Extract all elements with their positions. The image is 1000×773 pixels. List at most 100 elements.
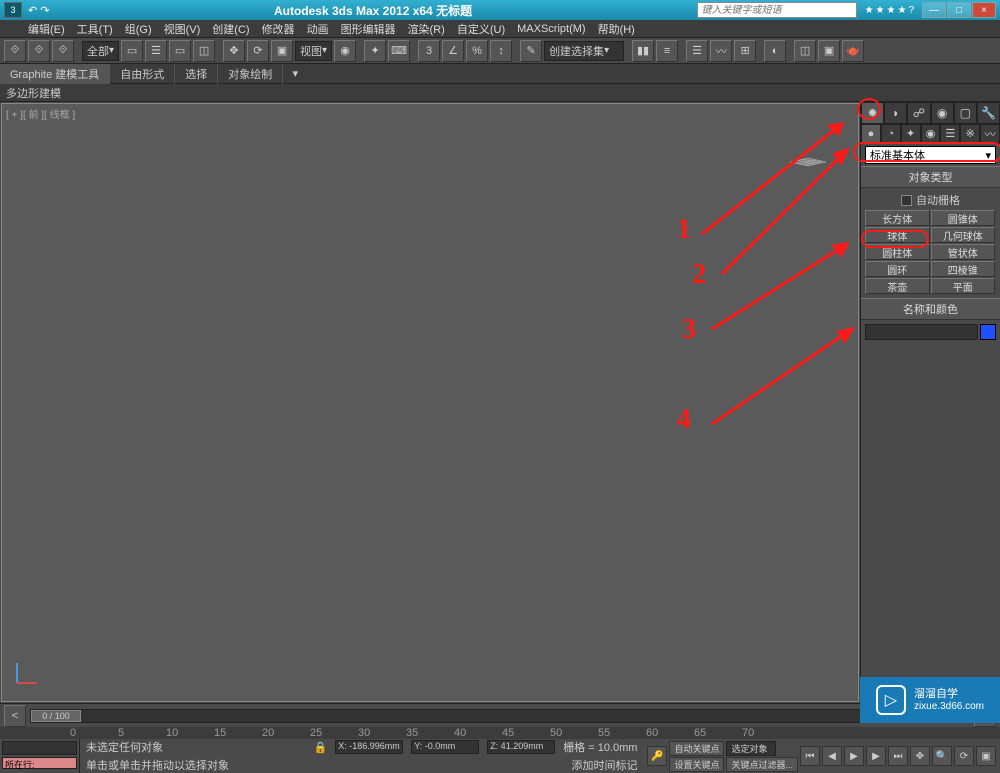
play-prev-icon[interactable]: ◀	[822, 746, 842, 766]
coord-x[interactable]: X: -186.996mm	[335, 740, 403, 754]
bind-icon[interactable]: ⟐	[52, 40, 74, 62]
window-crossing-icon[interactable]: ◫	[193, 40, 215, 62]
menu-views[interactable]: 视图(V)	[164, 21, 201, 37]
manip-icon[interactable]: ✦	[364, 40, 386, 62]
mirror-icon[interactable]: ▮▮	[632, 40, 654, 62]
play-next-icon[interactable]: ▶	[866, 746, 886, 766]
pivot-icon[interactable]: ◉	[334, 40, 356, 62]
motion-tab-icon[interactable]: ◉	[931, 102, 954, 124]
setkey-button[interactable]: 设置关键点	[669, 757, 724, 772]
nav-zoom-icon[interactable]: 🔍	[932, 746, 952, 766]
time-thumb[interactable]: 0 / 100	[31, 710, 81, 722]
cameras-icon[interactable]: ◉	[921, 124, 941, 143]
viewport-label[interactable]: [ + ][ 前 ][ 线框 ]	[6, 106, 75, 121]
object-color-swatch[interactable]	[980, 324, 996, 340]
rollout-head-objtype[interactable]: 对象类型	[861, 166, 1000, 188]
link-icon[interactable]: ⟐	[4, 40, 26, 62]
qat-undo-icon[interactable]: ↶	[28, 4, 37, 17]
menu-help[interactable]: 帮助(H)	[598, 21, 635, 37]
timetag-label[interactable]: 添加时间标记	[571, 757, 637, 773]
keytarget-dropdown[interactable]: 选定对象	[726, 741, 776, 756]
layers-icon[interactable]: ☰	[686, 40, 708, 62]
render-icon[interactable]: 🫖	[842, 40, 864, 62]
ribbon-tab-objectpaint[interactable]: 对象绘制	[218, 64, 283, 84]
shapes-icon[interactable]: ◔	[881, 124, 901, 143]
menu-create[interactable]: 创建(C)	[212, 21, 249, 37]
select-icon[interactable]: ▭	[121, 40, 143, 62]
render-frame-icon[interactable]: ▣	[818, 40, 840, 62]
modify-tab-icon[interactable]: ◗	[884, 102, 907, 124]
render-setup-icon[interactable]: ◫	[794, 40, 816, 62]
play-end-icon[interactable]: ⏭	[888, 746, 908, 766]
keymode-toggle-icon[interactable]: 🔑	[647, 746, 667, 766]
select-name-icon[interactable]: ☰	[145, 40, 167, 62]
schematic-icon[interactable]: ⊞	[734, 40, 756, 62]
select-region-icon[interactable]: ▭	[169, 40, 191, 62]
nav-orbit-icon[interactable]: ⟳	[954, 746, 974, 766]
percent-snap-icon[interactable]: %	[466, 40, 488, 62]
btn-sphere[interactable]: 球体	[865, 227, 930, 243]
time-slider[interactable]: 0 / 100	[30, 709, 970, 723]
snap-icon[interactable]: 3	[418, 40, 440, 62]
autokey-button[interactable]: 自动关键点	[669, 741, 724, 756]
btn-cone[interactable]: 圆锥体	[931, 210, 996, 226]
nav-pan-icon[interactable]: ✥	[910, 746, 930, 766]
qat-redo-icon[interactable]: ↷	[40, 4, 49, 17]
btn-geosphere[interactable]: 几何球体	[931, 227, 996, 243]
play-icon[interactable]: ▶	[844, 746, 864, 766]
rollout-head-namecolor[interactable]: 名称和颜色	[861, 298, 1000, 320]
maximize-button[interactable]: □	[947, 2, 971, 18]
help-search-input[interactable]	[697, 2, 857, 18]
ribbon-tab-graphite[interactable]: Graphite 建模工具	[0, 64, 110, 84]
rotate-icon[interactable]: ⟳	[247, 40, 269, 62]
helpers-icon[interactable]: ☰	[940, 124, 960, 143]
btn-plane[interactable]: 平面	[931, 278, 996, 294]
btn-pyramid[interactable]: 四棱锥	[931, 261, 996, 277]
menu-customize[interactable]: 自定义(U)	[457, 21, 505, 37]
display-tab-icon[interactable]: ▢	[954, 102, 977, 124]
btn-box[interactable]: 长方体	[865, 210, 930, 226]
spinner-snap-icon[interactable]: ↕	[490, 40, 512, 62]
coord-z[interactable]: Z: 41.209mm	[487, 740, 555, 754]
menu-group[interactable]: 组(G)	[125, 21, 152, 37]
move-icon[interactable]: ✥	[223, 40, 245, 62]
ribbon-expand-icon[interactable]: ▾	[287, 67, 303, 80]
curve-editor-icon[interactable]: 〰	[710, 40, 732, 62]
scale-icon[interactable]: ▣	[271, 40, 293, 62]
hierarchy-tab-icon[interactable]: ☍	[907, 102, 930, 124]
ribbon-tab-selection[interactable]: 选择	[175, 64, 218, 84]
keymode-icon[interactable]: ⌨	[388, 40, 410, 62]
create-tab-icon[interactable]: ✹	[861, 102, 884, 124]
menu-modifiers[interactable]: 修改器	[262, 21, 295, 37]
app-icon[interactable]: 3	[4, 2, 22, 18]
menu-maxscript[interactable]: MAXScript(M)	[517, 23, 585, 35]
menu-grapheditors[interactable]: 图形编辑器	[341, 21, 396, 37]
utilities-tab-icon[interactable]: 🔧	[977, 102, 1000, 124]
menu-tools[interactable]: 工具(T)	[77, 21, 113, 37]
ribbon-tab-freeform[interactable]: 自由形式	[110, 64, 175, 84]
close-button[interactable]: ×	[972, 2, 996, 18]
minimize-button[interactable]: —	[922, 2, 946, 18]
infocenter-icons[interactable]: ★★★★?	[865, 5, 914, 16]
geometry-icon[interactable]: ●	[861, 124, 881, 143]
refcoord-dropdown[interactable]: 视图 ▾	[295, 41, 332, 61]
category-dropdown[interactable]: 标准基本体▾	[865, 146, 996, 164]
named-selection-dropdown[interactable]: 创建选择集 ▾	[544, 41, 624, 61]
material-editor-icon[interactable]: ◐	[764, 40, 786, 62]
timeconfig-icon[interactable]: <	[4, 705, 26, 727]
btn-tube[interactable]: 管状体	[931, 244, 996, 260]
menu-animation[interactable]: 动画	[307, 21, 329, 37]
keyfilter-button[interactable]: 关键点过滤器...	[726, 757, 798, 772]
object-name-input[interactable]	[865, 324, 978, 340]
align-icon[interactable]: ≡	[656, 40, 678, 62]
autogrid-checkbox[interactable]	[901, 195, 912, 206]
menu-edit[interactable]: 编辑(E)	[28, 21, 65, 37]
unlink-icon[interactable]: ⟐	[28, 40, 50, 62]
script-mini[interactable]: 所在行:	[0, 739, 80, 773]
menu-rendering[interactable]: 渲染(R)	[408, 21, 445, 37]
nav-max-icon[interactable]: ▣	[976, 746, 996, 766]
btn-cylinder[interactable]: 圆柱体	[865, 244, 930, 260]
spacewarps-icon[interactable]: ※	[960, 124, 980, 143]
lights-icon[interactable]: ✦	[901, 124, 921, 143]
selection-filter-dropdown[interactable]: 全部 ▾	[82, 41, 119, 61]
